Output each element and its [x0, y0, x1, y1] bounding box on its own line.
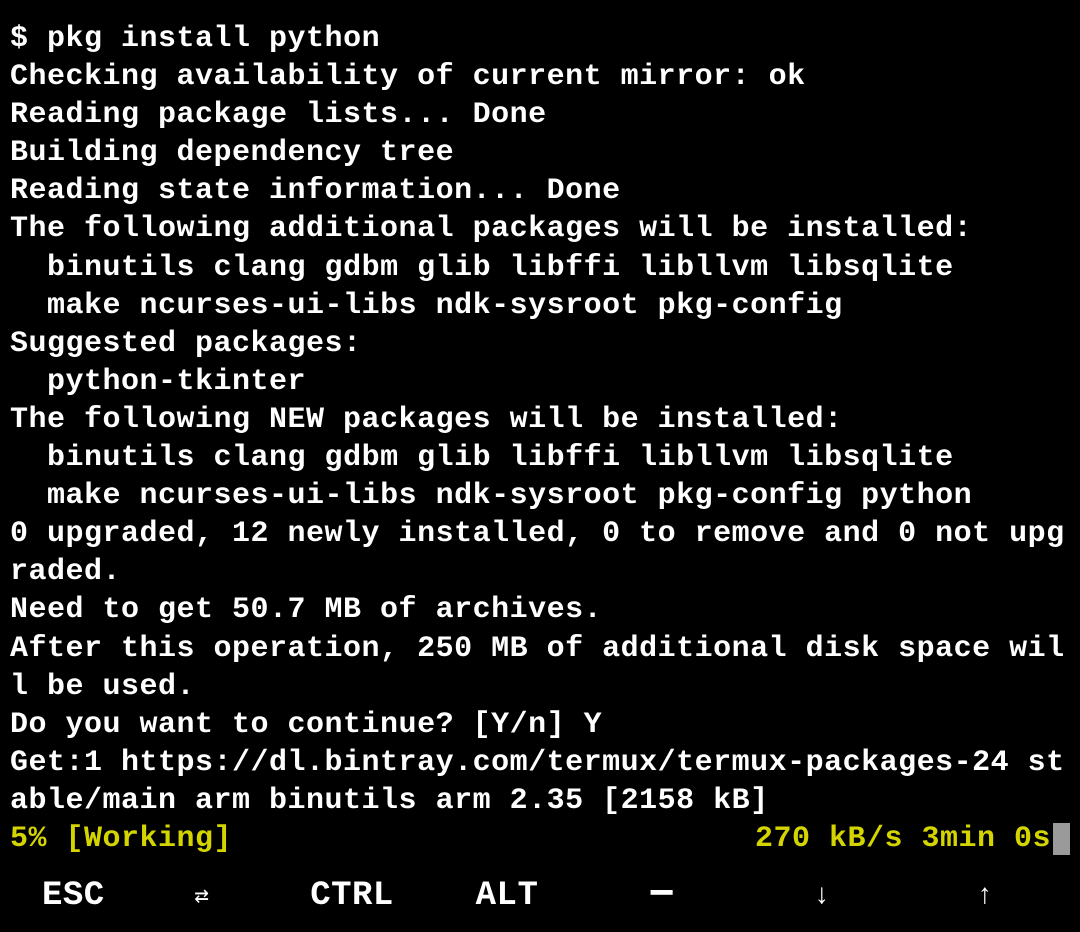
- alt-key[interactable]: ALT: [432, 877, 582, 915]
- progress-percent: 5% [Working]: [10, 820, 232, 858]
- dash-key[interactable]: −: [582, 871, 742, 921]
- download-progress: 5% [Working] 270 kB/s 3min 0s: [10, 820, 1070, 858]
- output-line: Reading state information... Done: [10, 174, 621, 208]
- extra-keys-row: ESC ⇄ CTRL ALT − ↓ ↑: [0, 860, 1080, 932]
- output-line: Get:1 https://dl.bintray.com/termux/term…: [10, 746, 1065, 818]
- output-line: The following NEW packages will be insta…: [10, 403, 843, 437]
- tab-icon: ⇄: [195, 881, 210, 911]
- cursor-icon: [1053, 823, 1070, 855]
- shell-prompt: $: [10, 22, 47, 56]
- command-text: pkg install python: [47, 22, 380, 56]
- output-line: Need to get 50.7 MB of archives.: [10, 593, 602, 627]
- esc-key[interactable]: ESC: [12, 877, 132, 915]
- output-line: Building dependency tree: [10, 136, 454, 170]
- output-line: binutils clang gdbm glib libffi libllvm …: [10, 441, 954, 475]
- arrow-down-icon: ↓: [813, 881, 830, 912]
- output-line: After this operation, 250 MB of addition…: [10, 632, 1065, 704]
- arrow-up-icon: ↑: [976, 881, 993, 912]
- output-line: binutils clang gdbm glib libffi libllvm …: [10, 251, 954, 285]
- terminal-output[interactable]: $ pkg install python Checking availabili…: [0, 0, 1080, 860]
- tab-key[interactable]: ⇄: [132, 881, 272, 911]
- ctrl-key[interactable]: CTRL: [272, 877, 432, 915]
- output-line: The following additional packages will b…: [10, 212, 972, 246]
- arrow-down-key[interactable]: ↓: [742, 881, 902, 912]
- output-line: Suggested packages:: [10, 327, 362, 361]
- output-line: make ncurses-ui-libs ndk-sysroot pkg-con…: [10, 289, 843, 323]
- progress-speed-eta: 270 kB/s 3min 0s: [755, 820, 1070, 858]
- output-line: 0 upgraded, 12 newly installed, 0 to rem…: [10, 517, 1065, 589]
- output-line: make ncurses-ui-libs ndk-sysroot pkg-con…: [10, 479, 972, 513]
- output-line: Do you want to continue? [Y/n] Y: [10, 708, 602, 742]
- arrow-up-key[interactable]: ↑: [902, 881, 1068, 912]
- output-line: python-tkinter: [10, 365, 306, 399]
- output-line: Checking availability of current mirror:…: [10, 60, 806, 94]
- output-line: Reading package lists... Done: [10, 98, 547, 132]
